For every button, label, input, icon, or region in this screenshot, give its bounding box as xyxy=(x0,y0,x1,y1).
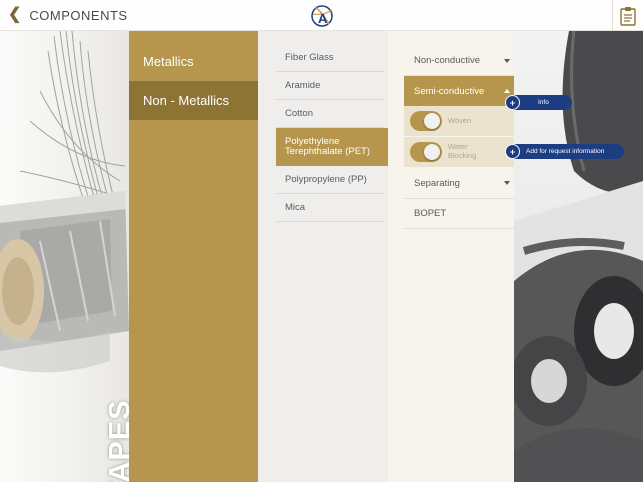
material-aramide[interactable]: Aramide xyxy=(276,72,384,100)
info-button[interactable]: + Info xyxy=(505,95,572,110)
type-non-conductive[interactable]: Non-conductive xyxy=(404,46,520,76)
material-cotton[interactable]: Cotton xyxy=(276,100,384,128)
header-divider xyxy=(612,0,613,31)
plus-icon: + xyxy=(505,144,520,159)
clipboard-icon[interactable] xyxy=(619,6,637,26)
water-blocking-toggle[interactable] xyxy=(410,142,442,162)
logo-icon: A xyxy=(311,5,333,27)
caret-down-icon xyxy=(504,58,510,63)
sub-item-woven: Woven xyxy=(404,106,514,137)
toggle-knob xyxy=(424,144,440,160)
material-pet[interactable]: Polyethylene Terephthalate (PET) xyxy=(276,128,390,166)
type-semi-conductive-label: Semi-conductive xyxy=(414,85,485,97)
page-title: COMPONENTS xyxy=(29,7,128,23)
chevron-left-icon: ❮ xyxy=(8,6,22,23)
caret-up-icon xyxy=(504,89,510,93)
category-metallics[interactable]: Metallics xyxy=(129,42,258,81)
type-column: Non-conductive Semi-conductive Woven Wat… xyxy=(388,31,520,482)
sub-item-water-blocking: Water Blocking xyxy=(404,137,514,168)
plus-icon: + xyxy=(505,95,520,110)
caret-down-icon xyxy=(504,181,510,185)
tapes-label: TAPES xyxy=(104,399,129,482)
type-bopet-label: BOPET xyxy=(414,208,447,219)
material-fiber-glass[interactable]: Fiber Glass xyxy=(276,44,384,72)
type-list: Non-conductive Semi-conductive Woven Wat… xyxy=(404,46,520,229)
components-screen: ❮ COMPONENTS A APES Metallics Non - Meta… xyxy=(0,0,643,482)
logo-letter: A xyxy=(318,11,328,26)
type-separating-label: Separating xyxy=(414,177,460,189)
info-label: Info xyxy=(538,99,549,106)
material-column: Fiber Glass Aramide Cotton Polyethylene … xyxy=(258,31,390,482)
material-polypropylene[interactable]: Polypropylene (PP) xyxy=(276,166,384,194)
toggle-knob xyxy=(424,113,440,129)
water-blocking-label: Water Blocking xyxy=(448,142,477,160)
material-list: Fiber Glass Aramide Cotton Polyethylene … xyxy=(276,44,390,222)
top-bar: ❮ COMPONENTS A xyxy=(0,0,643,31)
type-separating[interactable]: Separating xyxy=(404,168,520,199)
add-request-label: Add for request information xyxy=(526,148,605,155)
woven-label: Woven xyxy=(448,115,472,125)
type-bopet[interactable]: BOPET xyxy=(404,199,520,229)
type-semi-conductive[interactable]: Semi-conductive xyxy=(404,76,520,106)
add-request-button[interactable]: + Add for request information xyxy=(505,144,624,159)
category-column: Metallics Non - Metallics xyxy=(129,31,263,482)
category-non-metallics[interactable]: Non - Metallics xyxy=(129,81,263,120)
back-button[interactable]: ❮ COMPONENTS xyxy=(8,5,128,25)
material-mica[interactable]: Mica xyxy=(276,194,384,222)
woven-toggle[interactable] xyxy=(410,111,442,131)
type-non-conductive-label: Non-conductive xyxy=(414,55,481,66)
tapes-product-image: TAPES xyxy=(0,31,129,482)
